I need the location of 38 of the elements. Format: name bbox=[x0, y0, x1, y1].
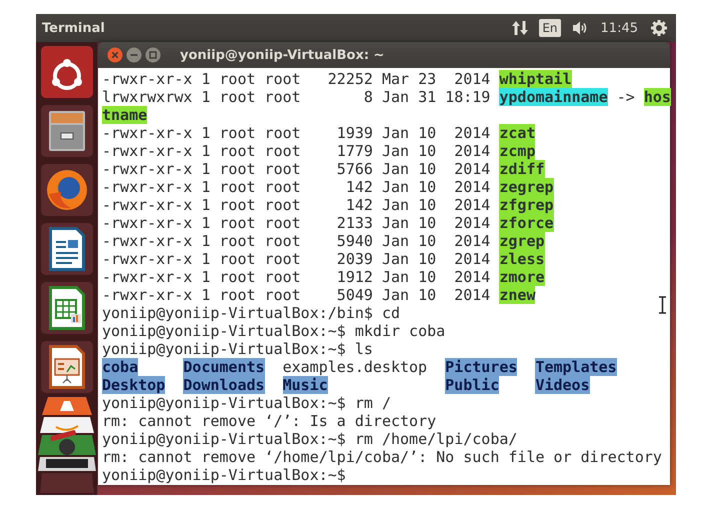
terminal-line: yoniip@yoniip-VirtualBox:~$ ls bbox=[102, 340, 373, 358]
terminal-line: yoniip@yoniip-VirtualBox:~$ bbox=[102, 466, 346, 484]
terminal-line: yoniip@yoniip-VirtualBox:~$ mkdir coba bbox=[102, 322, 446, 340]
file-cabinet-icon[interactable] bbox=[40, 105, 92, 157]
minimize-button[interactable] bbox=[126, 47, 142, 63]
gear-icon[interactable] bbox=[650, 19, 668, 37]
terminal-line: -rwxr-xr-x 1 root root 5940 Jan 10 2014 zgrep bbox=[102, 232, 545, 250]
firefox-icon[interactable] bbox=[40, 164, 92, 216]
text-cursor-icon bbox=[658, 296, 667, 314]
terminal-line: lrwxrwxrwx 1 root root 8 Jan 31 18:19 ypdomainname -> hos bbox=[102, 88, 671, 106]
terminal-line: rm: cannot remove ‘/home/lpi/coba/’: No such file or directory bbox=[102, 448, 662, 466]
window-title: yoniip@yoniip-VirtualBox: ~ bbox=[180, 48, 384, 62]
terminal-line: coba Documents examples.desktop Pictures Templates bbox=[102, 358, 617, 376]
terminal-line: yoniip@yoniip-VirtualBox:~$ rm /home/lpi/coba/ bbox=[102, 430, 518, 448]
maximize-button[interactable] bbox=[145, 47, 161, 63]
spreadsheet-icon[interactable] bbox=[40, 282, 92, 334]
volume-icon[interactable] bbox=[570, 19, 589, 37]
terminal-line: -rwxr-xr-x 1 root root 1912 Jan 10 2014 zmore bbox=[102, 268, 545, 286]
terminal-line: rm: cannot remove ‘/’: Is a directory bbox=[102, 412, 436, 430]
terminal-line: Desktop Downloads Music Public Videos bbox=[102, 376, 590, 394]
terminal-line: yoniip@yoniip-VirtualBox:~$ rm / bbox=[102, 394, 391, 412]
close-button[interactable] bbox=[107, 47, 123, 63]
terminal-line: -rwxr-xr-x 1 root root 142 Jan 10 2014 zegrep bbox=[102, 178, 554, 196]
ubuntu-logo-icon[interactable] bbox=[40, 46, 92, 98]
document-icon[interactable] bbox=[40, 223, 92, 275]
keyboard-layout-indicator[interactable]: En bbox=[539, 19, 561, 37]
network-arrows-icon[interactable] bbox=[511, 19, 530, 37]
terminal-line: -rwxr-xr-x 1 root root 2039 Jan 10 2014 zless bbox=[102, 250, 545, 268]
terminal-line: yoniip@yoniip-VirtualBox:/bin$ cd bbox=[102, 304, 400, 322]
terminal-line: -rwxr-xr-x 1 root root 5766 Jan 10 2014 zdiff bbox=[102, 160, 545, 178]
presentation-icon[interactable] bbox=[40, 341, 92, 393]
terminal-line: -rwxr-xr-x 1 root root 1939 Jan 10 2014 zcat bbox=[102, 124, 536, 142]
app-title: Terminal bbox=[42, 20, 105, 36]
clock[interactable]: 11:45 bbox=[600, 20, 638, 36]
terminal-line: -rwxr-xr-x 1 root root 2133 Jan 10 2014 zforce bbox=[102, 214, 554, 232]
terminal-line: -rwxr-xr-x 1 root root 22252 Mar 23 2014 whiptail bbox=[102, 70, 572, 88]
terminal-line: -rwxr-xr-x 1 root root 1779 Jan 10 2014 zcmp bbox=[102, 142, 536, 160]
terminal-line: -rwxr-xr-x 1 root root 142 Jan 10 2014 zfgrep bbox=[102, 196, 554, 214]
